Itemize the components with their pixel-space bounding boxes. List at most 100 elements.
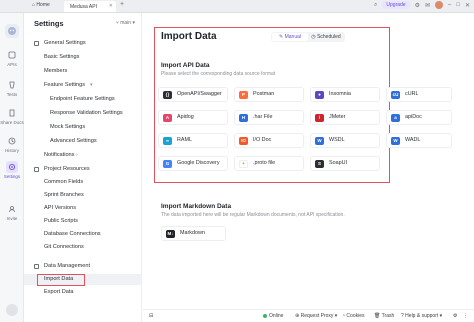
rail-history-label: History (4, 148, 19, 153)
sidebar-item-endpoint-feature-settings[interactable]: Endpoint Feature Settings (24, 94, 142, 105)
proto-file-icon: ✦ (239, 160, 248, 168)
sidebar-item-members[interactable]: Members (24, 66, 142, 77)
sidebar-item-git-connections[interactable]: Git Connections (24, 242, 142, 253)
cookies-button[interactable]: ◔ Cookies (342, 313, 365, 319)
source-card-label: OpenAPI/Swagger (177, 91, 222, 97)
sidebar-item-label: API Versions (44, 205, 77, 211)
rail-tests[interactable]: Tests (0, 79, 24, 97)
markdown-icon: M↓ (166, 230, 175, 238)
close-window-icon[interactable]: ✕ (465, 2, 470, 9)
source-card-apidoc[interactable]: a apiDoc (386, 110, 452, 125)
sidebar-item-label: Notifications (44, 152, 75, 158)
sidebar-item-basic-settings[interactable]: Basic Settings (24, 52, 142, 63)
source-card-soapui[interactable]: S SoapUI (310, 156, 380, 171)
sidebar-item-public-scripts[interactable]: Public Scripts (24, 216, 142, 227)
close-tab-icon[interactable]: ✕ (109, 3, 113, 9)
chevron-down-icon: ▾ (90, 82, 93, 88)
help-label: Help & support (405, 313, 439, 319)
trash-button[interactable]: 🗑 Trash (374, 313, 394, 319)
sidebar-title: Settings (34, 19, 64, 28)
search-icon[interactable]: ⌕ (374, 2, 377, 9)
apis-icon (6, 49, 18, 61)
cookies-label: Cookies (346, 313, 365, 319)
sidebar-item-label: Git Connections (44, 244, 84, 250)
settings-gear-icon[interactable]: ⚙ (453, 313, 457, 319)
online-status[interactable]: Online (263, 313, 283, 319)
more-icon[interactable]: ⋮ (463, 313, 468, 319)
group-resources-label: Project Resources (44, 166, 90, 172)
history-icon (6, 135, 18, 147)
project-tab-label: Medusa API (70, 4, 97, 10)
source-card-google-discovery[interactable]: G Google Discovery (158, 156, 228, 171)
source-card-label: .proto file (253, 160, 276, 166)
sidebar-item-database-connections[interactable]: Database Connections (24, 229, 142, 240)
source-card-label: WSDL (329, 137, 345, 143)
source-card-har-file[interactable]: H .har File (234, 110, 304, 125)
sidebar-item-response-validation[interactable]: Response Validation Settings (24, 108, 142, 119)
source-card-curl[interactable]: cU cURL (386, 87, 452, 102)
sidebar-item-notifications[interactable]: Notifications › (24, 150, 142, 161)
sidebar-item-mock-settings[interactable]: Mock Settings (24, 122, 142, 133)
raml-icon: ∞ (163, 137, 172, 145)
rail-apis[interactable]: APIs (0, 49, 24, 67)
minimize-icon[interactable]: – (448, 2, 451, 8)
source-card-postman[interactable]: P Postman (234, 87, 304, 102)
mode-manual[interactable]: ✎ Manual (272, 33, 308, 41)
source-card-label: cURL (405, 91, 419, 97)
mode-scheduled[interactable]: ◷ Scheduled (308, 33, 344, 41)
insomnia-icon: ● (315, 91, 324, 99)
source-card-i-o-doc[interactable]: IO I/O Doc (234, 133, 304, 148)
branch-selector[interactable]: ⑂ main ▾ (116, 20, 135, 26)
request-proxy[interactable]: ⊕ Request Proxy ▾ (295, 313, 337, 319)
source-card-jmeter[interactable]: / JMeter (310, 110, 380, 125)
rail-invite[interactable]: Invite (0, 203, 24, 221)
source-card-raml[interactable]: ∞ RAML (158, 133, 228, 148)
source-card-openapi-swagger[interactable]: {} OpenAPI/Swagger (158, 87, 228, 102)
new-tab-button[interactable]: + (120, 1, 124, 8)
group-project-resources[interactable]: Project Resources (24, 164, 142, 175)
user-avatar[interactable] (435, 1, 443, 9)
app-logo[interactable] (5, 24, 19, 38)
project-tab[interactable]: Medusa API ✕ (64, 1, 116, 12)
source-card-apidog[interactable]: A Apidog (158, 110, 228, 125)
source-card-wadl[interactable]: W WADL (386, 133, 452, 148)
general-settings-icon (34, 41, 39, 46)
rail-invite-label: Invite (6, 216, 18, 221)
google-discovery-icon: G (163, 160, 172, 168)
group-general-settings[interactable]: General Settings (24, 38, 142, 49)
rail-settings-label: Settings (3, 174, 21, 179)
sidebar-item-label: Public Scripts (44, 218, 78, 224)
sidebar-item-import-data[interactable]: Import Data (24, 274, 142, 285)
apidog-icon: A (163, 114, 172, 122)
settings-sidebar: Settings ⑂ main ▾ General Settings Basic… (24, 13, 142, 322)
gear-icon[interactable]: ⚙ (415, 2, 420, 9)
rail-settings[interactable]: Settings (0, 161, 24, 179)
sidebar-item-feature-settings[interactable]: Feature Settings ▾ (24, 80, 142, 91)
sidebar-item-common-fields[interactable]: Common Fields (24, 177, 142, 188)
group-data-management[interactable]: Data Management (24, 261, 142, 272)
apidoc-icon: a (391, 114, 400, 122)
sidebar-item-advanced-settings[interactable]: Advanced Settings (24, 136, 142, 147)
account-avatar[interactable] (6, 304, 18, 316)
home-tab[interactable]: ⌂ Home (32, 2, 50, 8)
source-card-label: Insomnia (329, 91, 351, 97)
source-card-insomnia[interactable]: ● Insomnia (310, 87, 380, 102)
left-rail: APIs Tests Share Docs History Settings I… (0, 13, 24, 322)
source-card-wsdl[interactable]: W WSDL (310, 133, 380, 148)
source-card-label: Markdown (180, 230, 205, 236)
rail-share-docs[interactable]: Share Docs (0, 107, 24, 125)
source-card-proto-file[interactable]: ✦ .proto file (234, 156, 304, 171)
mail-icon[interactable]: ✉ (425, 2, 430, 9)
har-file-icon: H (239, 114, 248, 122)
help-button[interactable]: ? Help & support ▾ (401, 313, 442, 319)
maximize-icon[interactable]: □ (456, 2, 460, 8)
sidebar-item-label: Basic Settings (44, 54, 80, 60)
sidebar-item-api-versions[interactable]: API Versions (24, 203, 142, 214)
rail-history[interactable]: History (0, 135, 24, 153)
sidebar-toggle-icon[interactable]: ⊟ (149, 313, 153, 319)
sidebar-item-export-data[interactable]: Export Data (24, 287, 142, 298)
source-card-markdown[interactable]: M↓ Markdown (161, 226, 226, 241)
online-label: Online (269, 313, 284, 319)
upgrade-button[interactable]: Upgrade (382, 1, 410, 9)
sidebar-item-sprint-branches[interactable]: Sprint Branches (24, 190, 142, 201)
